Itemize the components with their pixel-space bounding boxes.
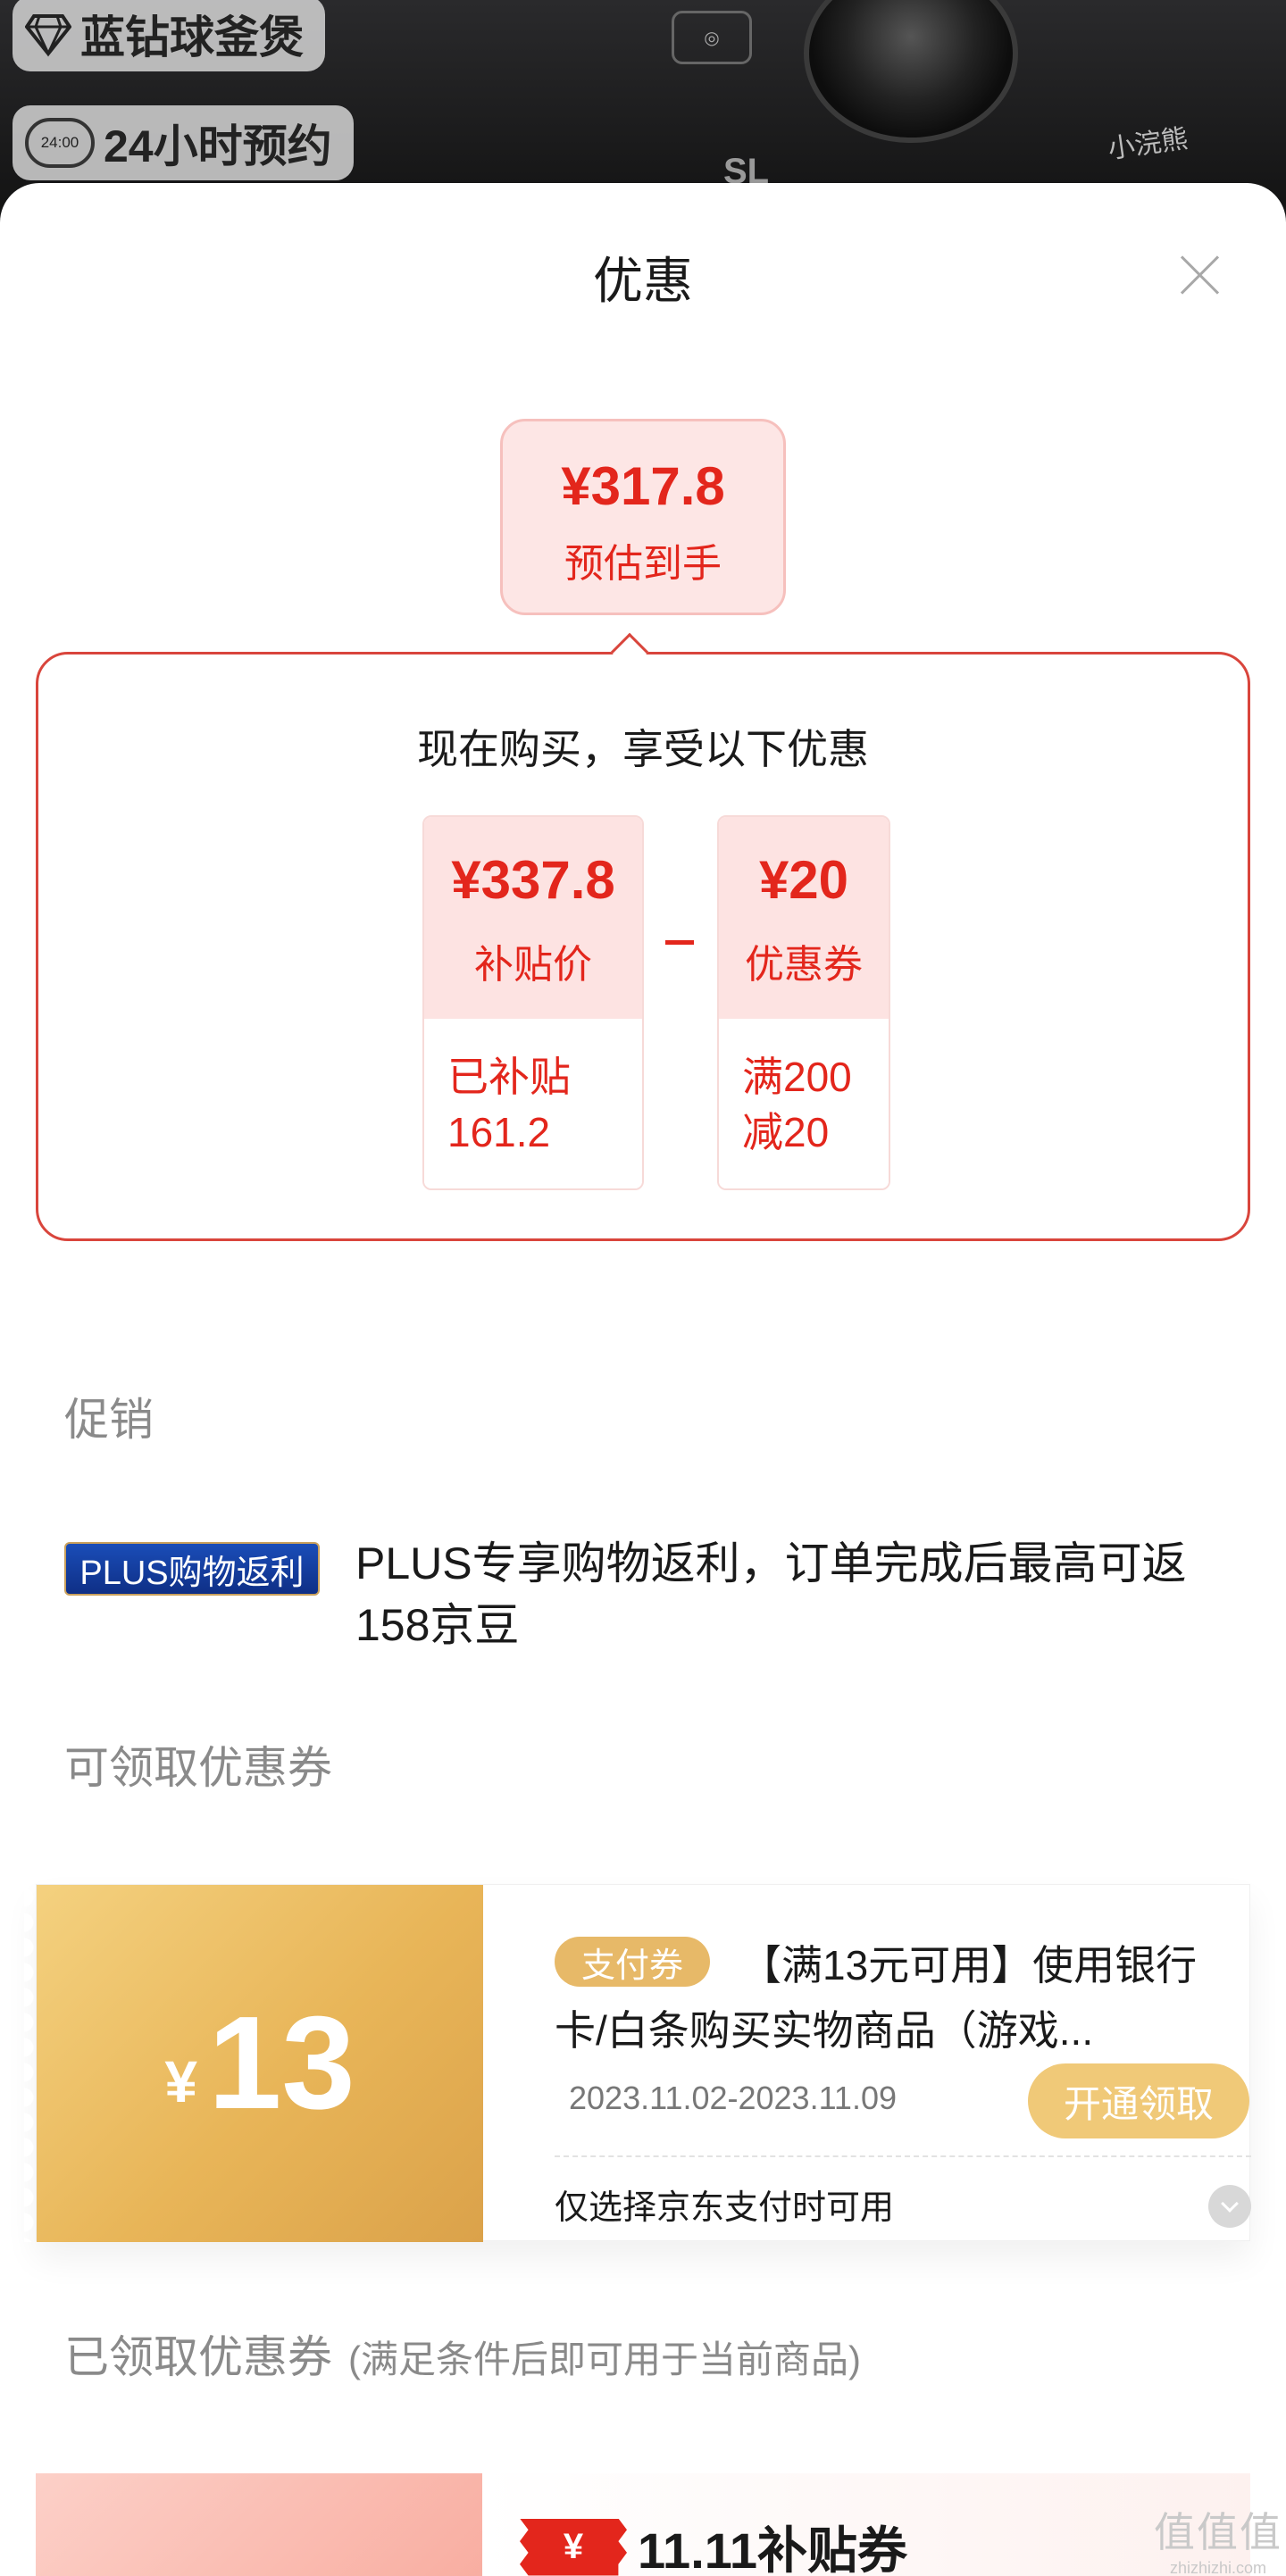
claimed-coupons-heading: 已领取优惠券 (满足条件后即可用于当前商品) (64, 2322, 861, 2386)
available-coupons-heading: 可领取优惠券 (64, 1743, 332, 1793)
minus-sign (665, 940, 694, 945)
promotion-text: PLUS专享购物返利，订单完成后最高可返158京豆 (355, 1538, 1187, 1650)
watermark-domain: zhizhizhi.com (1169, 2559, 1267, 2576)
estimated-price-label: 预估到手 (564, 542, 722, 586)
subsidy-price: ¥337.8 (451, 850, 615, 910)
coupon-divider (555, 2155, 1251, 2157)
coupon-date-range: 2023.11.02-2023.11.09 (569, 2080, 897, 2116)
cooker-image (804, 0, 1018, 143)
coupon-value-panel: ¥ 13 (24, 1885, 483, 2242)
plus-rebate-badge: PLUS购物返利 (64, 1542, 320, 1596)
coupon-detail-line2: 减20 (742, 1109, 830, 1156)
subsidy-price-card: ¥337.8 补贴价 已补贴 161.2 (422, 815, 644, 1190)
coupon-detail-line1: 满200 (742, 1054, 852, 1100)
estimated-price-bubble: ¥317.8 预估到手 (500, 419, 786, 615)
coupon-caption: 优惠券 (745, 943, 863, 987)
coupon-value: 13 (208, 1989, 355, 2137)
diamond-icon (25, 14, 71, 57)
subsidy-detail-line2: 161.2 (447, 1109, 551, 1156)
discount-breakdown: 现在购买，享受以下优惠 ¥337.8 补贴价 已补贴 161.2 ¥20 优惠券… (36, 652, 1250, 1241)
feature-tag-blue-diamond: 蓝钻球釜煲 (13, 0, 325, 71)
coupon-yen-symbol: ¥ (164, 2048, 198, 2114)
claimed-coupon-value-panel (36, 2473, 482, 2576)
claimed-coupons-subtitle: (满足条件后即可用于当前商品) (348, 2338, 861, 2380)
payment-coupon-badge: 支付券 (555, 1937, 711, 1987)
coupon-usage-note: 仅选择京东支付时可用 (555, 2189, 895, 2227)
claimed-coupons-title: 已领取优惠券 (64, 2332, 332, 2382)
claimed-coupon[interactable]: ¥ 11.11补贴券 (36, 2473, 1250, 2576)
discount-sheet: 优惠 ¥317.8 预估到手 现在购买，享受以下优惠 ¥337.8 补贴价 已补… (0, 183, 1286, 2576)
clock-icon: 24:00 (25, 118, 95, 168)
feature-tag-label: 24小时预约 (104, 121, 332, 171)
promotion-heading: 促销 (64, 1395, 154, 1445)
yen-ticket-icon: ¥ (520, 2518, 627, 2576)
subsidy-caption: 补贴价 (474, 943, 592, 987)
coupon-amount: ¥20 (758, 850, 849, 910)
watermark-logo: 值值值 (1154, 2509, 1282, 2555)
feature-tag-24h: 24:00 24小时预约 (13, 105, 354, 180)
feature-tag-label: 蓝钻球釜煲 (80, 13, 304, 63)
subsidy-detail-line1: 已补贴 (447, 1054, 571, 1100)
available-coupon: ¥ 13 【满13元可用】使用银行卡/白条购买实物商品（游戏... 支付券 20… (24, 1884, 1251, 2242)
double11-title-text: 11.11补贴券 (638, 2522, 907, 2576)
estimated-price: ¥317.8 (561, 456, 725, 516)
brand-mark: 小浣熊 (1106, 123, 1190, 165)
cooker-logo: ◎ (672, 11, 752, 64)
breakdown-title: 现在购买，享受以下优惠 (417, 726, 869, 772)
activate-claim-button[interactable]: 开通领取 (1028, 2063, 1249, 2138)
site-watermark: 值值值 zhizhizhi.com (1154, 2500, 1282, 2576)
close-icon[interactable] (1177, 253, 1222, 297)
coupon-card: ¥20 优惠券 满200 减20 (717, 815, 890, 1190)
expand-chevron-icon[interactable] (1208, 2185, 1251, 2228)
sheet-title: 优惠 (593, 253, 693, 309)
double11-subsidy-title: ¥ 11.11补贴券 (520, 2511, 907, 2576)
